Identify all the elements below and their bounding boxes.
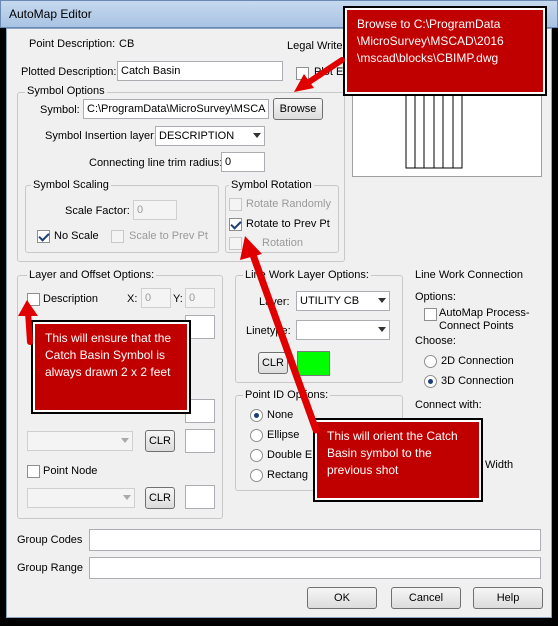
red-arrow-icon [240, 236, 320, 434]
annotation-arrows [18, 57, 345, 434]
red-arrow-icon [18, 300, 38, 345]
red-arrow-icon [294, 57, 345, 92]
